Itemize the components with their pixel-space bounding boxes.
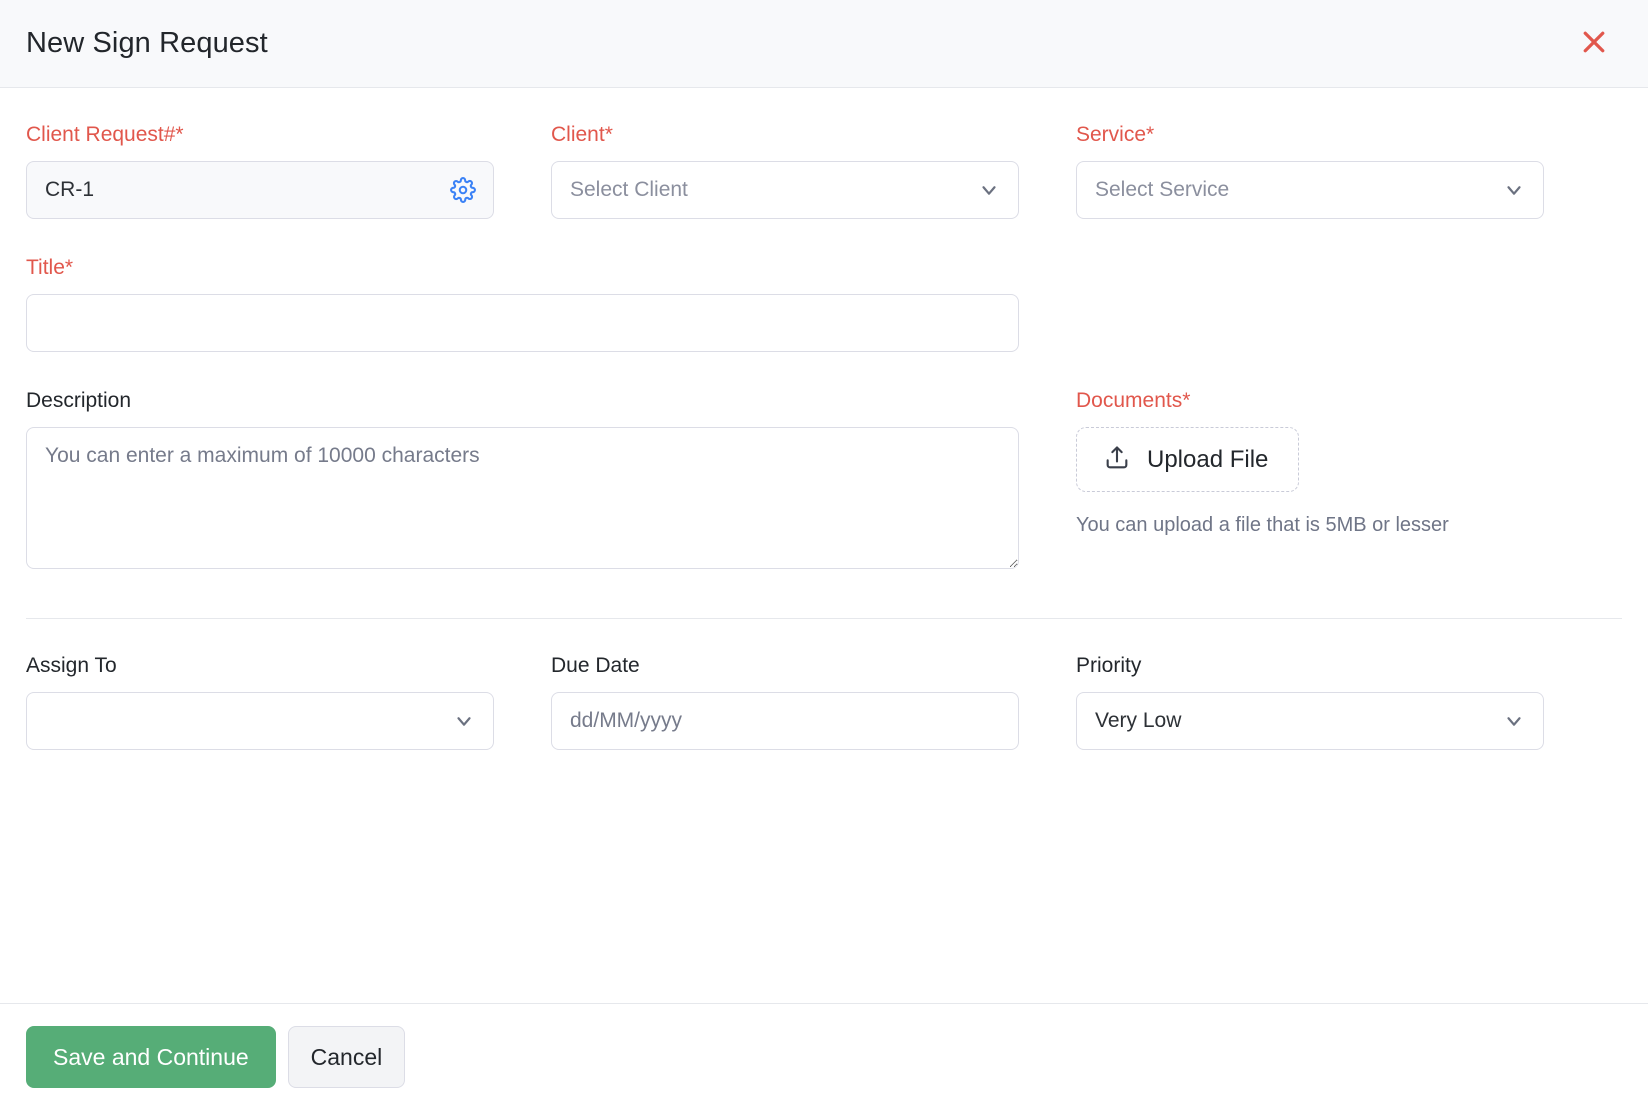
title-input[interactable] bbox=[26, 294, 1019, 352]
close-button[interactable] bbox=[1572, 22, 1616, 66]
form-row-2: Title* bbox=[26, 255, 1622, 352]
chevron-down-icon bbox=[1503, 710, 1525, 732]
field-documents: Documents* Upload File You can upload a … bbox=[1076, 388, 1544, 569]
documents-label: Documents* bbox=[1076, 388, 1544, 414]
field-due-date: Due Date bbox=[551, 653, 1019, 750]
form-row-3: Description Documents* Upload File You bbox=[26, 388, 1622, 569]
title-label: Title* bbox=[26, 255, 1019, 281]
chevron-down-icon bbox=[1503, 179, 1525, 201]
new-sign-request-dialog: New Sign Request Client Request#* CR-1 bbox=[0, 0, 1648, 1112]
assign-to-label: Assign To bbox=[26, 653, 494, 679]
section-divider bbox=[26, 618, 1622, 619]
service-select[interactable]: Select Service bbox=[1076, 161, 1544, 219]
client-request-label: Client Request#* bbox=[26, 122, 494, 148]
due-date-input[interactable] bbox=[551, 692, 1019, 750]
save-and-continue-button[interactable]: Save and Continue bbox=[26, 1026, 276, 1088]
chevron-down-icon bbox=[978, 179, 1000, 201]
assign-to-select[interactable] bbox=[26, 692, 494, 750]
priority-select[interactable]: Very Low bbox=[1076, 692, 1544, 750]
upload-hint: You can upload a file that is 5MB or les… bbox=[1076, 514, 1544, 537]
field-client-request: Client Request#* CR-1 bbox=[26, 122, 494, 219]
client-request-value: CR-1 bbox=[45, 178, 94, 202]
page-title: New Sign Request bbox=[26, 27, 268, 60]
description-label: Description bbox=[26, 388, 1019, 414]
client-label: Client* bbox=[551, 122, 1019, 148]
field-assign-to: Assign To bbox=[26, 653, 494, 750]
client-request-input[interactable]: CR-1 bbox=[26, 161, 494, 219]
field-service: Service* Select Service bbox=[1076, 122, 1544, 219]
service-placeholder: Select Service bbox=[1095, 178, 1229, 202]
dialog-footer: Save and Continue Cancel bbox=[0, 1003, 1648, 1112]
form-row-4: Assign To Due Date Priority Very L bbox=[26, 653, 1622, 750]
priority-value: Very Low bbox=[1095, 709, 1181, 733]
cancel-button[interactable]: Cancel bbox=[288, 1026, 406, 1088]
field-description: Description bbox=[26, 388, 1019, 569]
chevron-down-icon bbox=[453, 710, 475, 732]
form-row-1: Client Request#* CR-1 Client* Select Cli… bbox=[26, 122, 1622, 219]
upload-file-button[interactable]: Upload File bbox=[1076, 427, 1299, 492]
priority-label: Priority bbox=[1076, 653, 1544, 679]
upload-file-label: Upload File bbox=[1147, 446, 1268, 474]
due-date-label: Due Date bbox=[551, 653, 1019, 679]
upload-icon bbox=[1103, 444, 1131, 475]
description-textarea[interactable] bbox=[26, 427, 1019, 569]
gear-icon[interactable] bbox=[450, 177, 476, 203]
field-priority: Priority Very Low bbox=[1076, 653, 1544, 750]
dialog-body: Client Request#* CR-1 Client* Select Cli… bbox=[0, 88, 1648, 1003]
client-select[interactable]: Select Client bbox=[551, 161, 1019, 219]
close-icon bbox=[1579, 27, 1609, 60]
field-client: Client* Select Client bbox=[551, 122, 1019, 219]
service-label: Service* bbox=[1076, 122, 1544, 148]
dialog-header: New Sign Request bbox=[0, 0, 1648, 88]
field-title: Title* bbox=[26, 255, 1019, 352]
client-placeholder: Select Client bbox=[570, 178, 688, 202]
